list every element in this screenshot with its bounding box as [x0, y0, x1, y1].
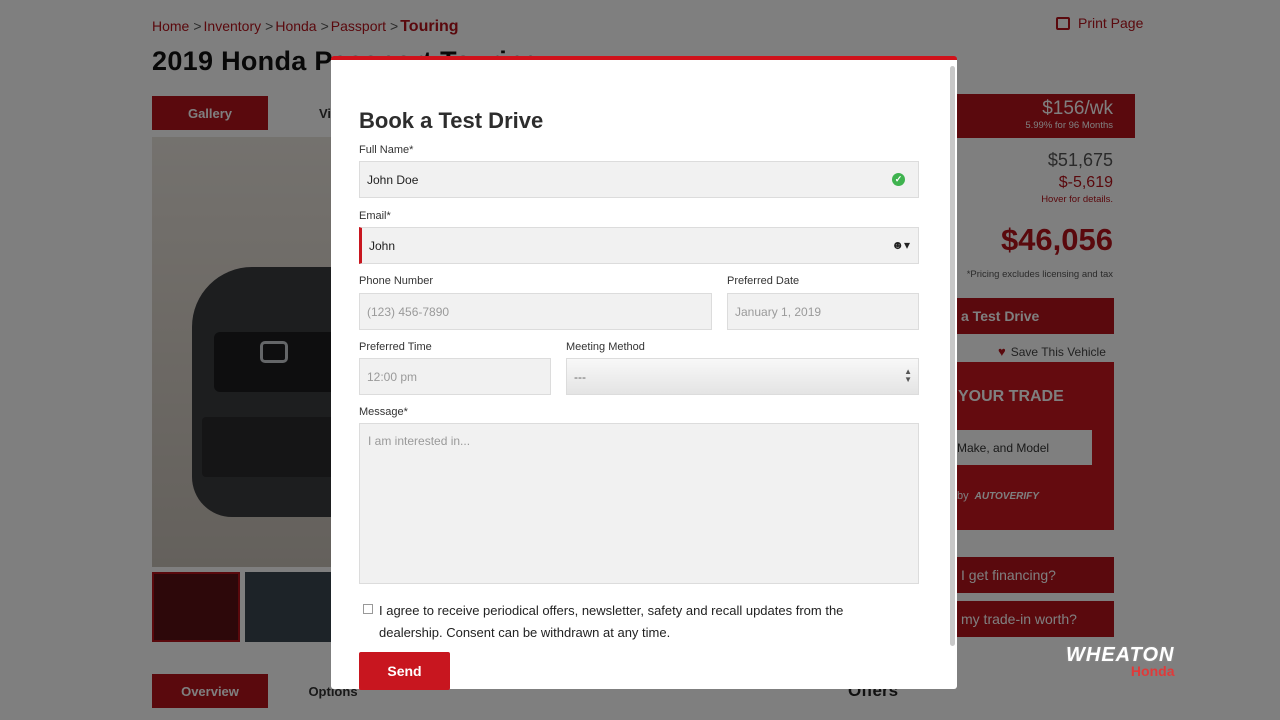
full-name-label: Full Name*	[359, 144, 414, 156]
preferred-time-label: Preferred Time	[359, 341, 432, 353]
modal-scrollbar[interactable]	[950, 66, 955, 646]
phone-input[interactable]: (123) 456-7890	[359, 293, 712, 330]
email-value: John	[369, 238, 396, 253]
modal-title: Book a Test Drive	[359, 108, 544, 133]
checkmark-icon: ✓	[892, 173, 905, 186]
consent-checkbox[interactable]	[363, 604, 373, 614]
consent-text: I agree to receive periodical offers, ne…	[379, 603, 844, 640]
phone-label: Phone Number	[359, 275, 433, 287]
send-button[interactable]: Send	[359, 652, 450, 690]
meeting-method-value: ---	[574, 369, 586, 384]
test-drive-modal: Book a Test Drive Full Name* John Doe ✓ …	[331, 56, 957, 690]
meeting-method-label: Meeting Method	[566, 341, 645, 353]
contact-card-icon[interactable]: ☻▾	[891, 238, 910, 252]
meeting-method-select[interactable]: --- ▲ ▼	[566, 358, 919, 395]
message-label: Message*	[359, 406, 408, 418]
dealer-logo: WHEATON Honda	[1066, 644, 1174, 679]
email-input[interactable]: John ☻▾	[359, 227, 919, 264]
preferred-date-label: Preferred Date	[727, 275, 800, 287]
email-label: Email*	[359, 210, 391, 222]
select-arrows-icon: ▲ ▼	[904, 367, 912, 384]
preferred-date-input[interactable]: January 1, 2019	[727, 293, 919, 330]
message-textarea[interactable]: I am interested in...	[359, 423, 919, 584]
full-name-value: John Doe	[367, 172, 419, 187]
full-name-input[interactable]: John Doe ✓	[359, 161, 919, 198]
preferred-time-input[interactable]: 12:00 pm	[359, 358, 551, 395]
